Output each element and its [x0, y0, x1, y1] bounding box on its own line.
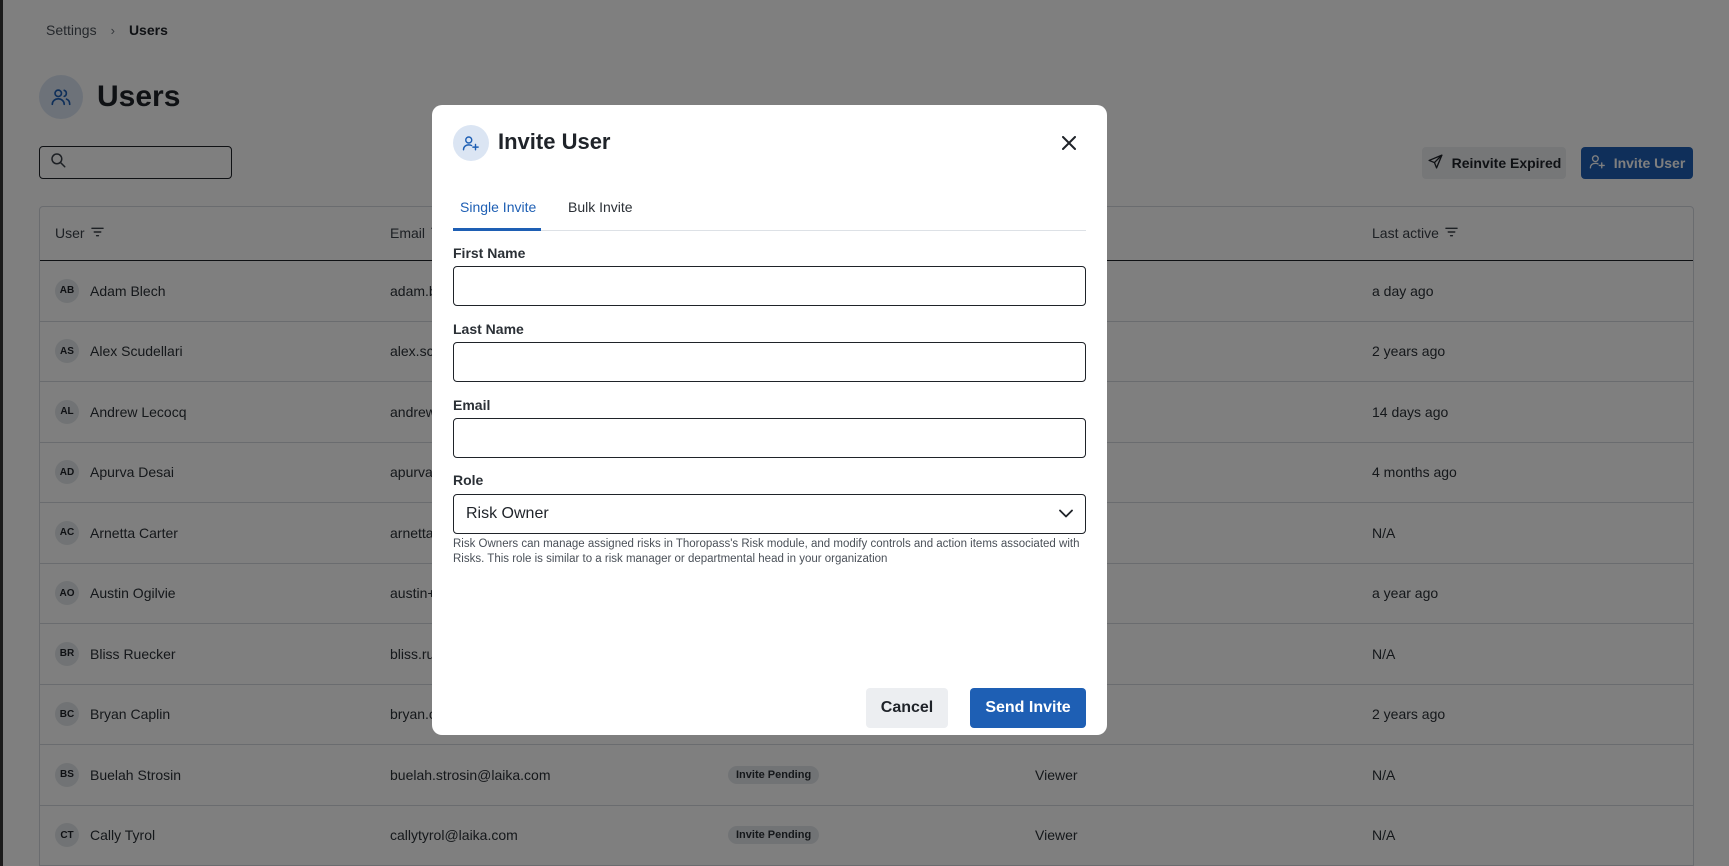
last-name-field[interactable] [453, 342, 1086, 382]
role-label: Role [453, 472, 484, 488]
first-name-label: First Name [453, 245, 526, 261]
window-edge [0, 0, 3, 866]
role-description: Risk Owners can manage assigned risks in… [453, 538, 1080, 565]
modal-title: Invite User [498, 129, 611, 154]
tab-bulk-invite[interactable]: Bulk Invite [568, 195, 633, 231]
first-name-field[interactable] [453, 266, 1086, 306]
invite-user-modal: Invite User Single Invite Bulk Invite Fi… [432, 105, 1107, 735]
send-invite-button[interactable]: Send Invite [970, 688, 1086, 728]
users-page: Settings › Users Users Reinvite Expired [0, 0, 1729, 866]
user-plus-icon [453, 125, 489, 161]
cancel-button[interactable]: Cancel [866, 688, 948, 728]
role-select-value: Risk Owner [466, 505, 549, 522]
last-name-label: Last Name [453, 321, 524, 337]
email-label: Email [453, 397, 491, 413]
tab-single-invite[interactable]: Single Invite [453, 195, 542, 231]
email-field[interactable] [453, 418, 1086, 458]
chevron-down-icon [1059, 505, 1073, 523]
close-icon[interactable] [1058, 132, 1080, 154]
invite-tabs: Single Invite Bulk Invite [453, 195, 1086, 231]
role-select[interactable]: Risk Owner [453, 494, 1086, 534]
